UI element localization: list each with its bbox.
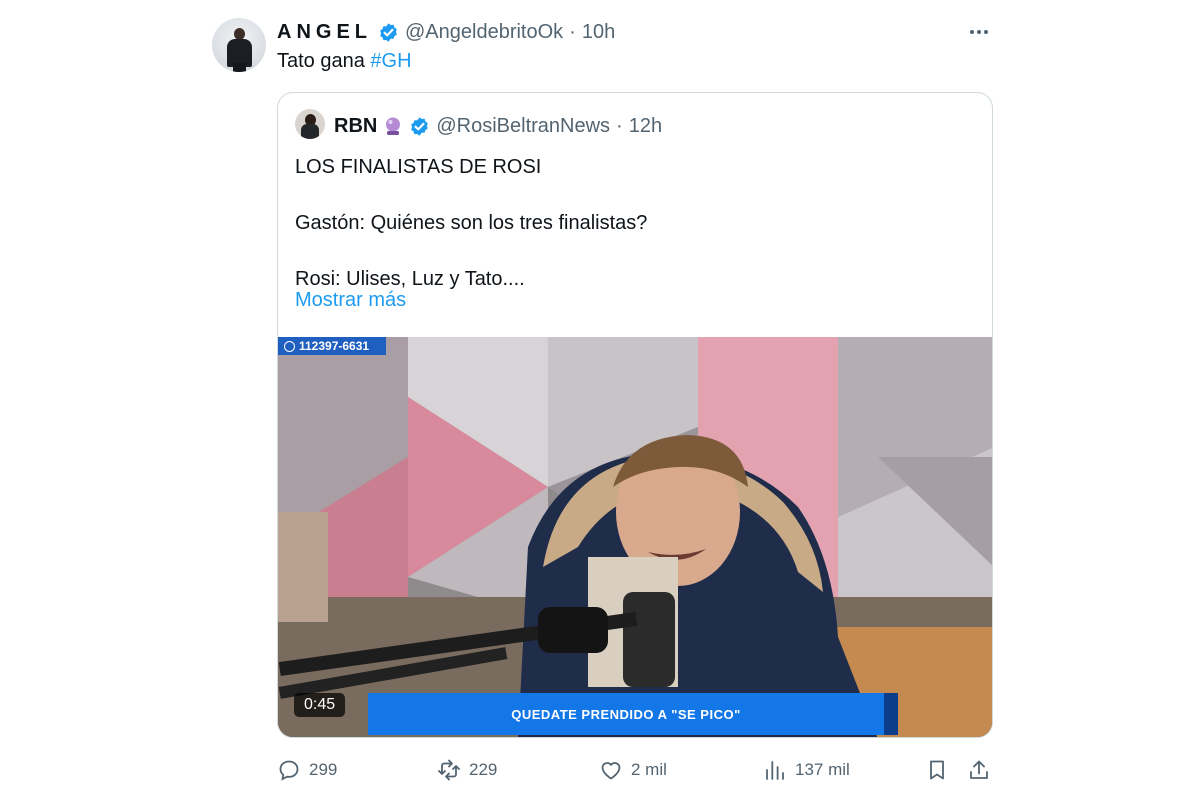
show-more-link[interactable]: Mostrar más (295, 289, 406, 312)
views-button[interactable]: 137 mil (763, 754, 850, 786)
reply-icon (279, 760, 299, 781)
video-duration: 0:45 (294, 693, 346, 717)
quote-author-avatar[interactable] (295, 109, 325, 139)
video-frame (278, 337, 992, 737)
retweet-button[interactable]: 229 (437, 754, 497, 786)
quote-header: RBN @RosiBeltranNews · 12h (334, 114, 662, 138)
tweet-card: ANGEL @AngeldebritoOk · 10h Tato gana #G… (0, 0, 1200, 800)
header-separator: · (569, 20, 576, 43)
heart-icon (601, 762, 621, 780)
video-banner-edge (884, 693, 898, 735)
author-name[interactable]: ANGEL (277, 21, 372, 44)
views-count: 137 mil (795, 760, 850, 779)
author-avatar[interactable] (212, 18, 266, 72)
quote-avatar-body (301, 124, 319, 139)
bookmark-icon (930, 760, 944, 780)
video-player[interactable]: 112397-6631 0:45 QUEDATE PRENDIDO A "SE … (278, 337, 992, 737)
retweet-icon (438, 759, 460, 781)
like-button[interactable]: 2 mil (599, 754, 667, 786)
quote-header-separator: · (616, 114, 623, 137)
like-count: 2 mil (631, 760, 667, 779)
quoted-tweet[interactable]: RBN @RosiBeltranNews · 12h LOS FINALISTA… (277, 92, 993, 738)
bookmark-button[interactable] (925, 754, 949, 786)
phone-number: 112397-6631 (299, 339, 370, 353)
retweet-count: 229 (469, 760, 498, 779)
quote-author-name[interactable]: RBN (334, 115, 377, 138)
more-dot (977, 30, 981, 34)
views-chart-icon (766, 761, 784, 780)
tweet-text-body: Tato gana (277, 50, 371, 72)
share-icon (970, 760, 988, 779)
quote-text: LOS FINALISTAS DE ROSI Gastón: Quiénes s… (295, 156, 648, 290)
tweet-text: Tato gana #GH (277, 50, 412, 73)
verified-badge-icon (380, 22, 397, 42)
quote-author-handle[interactable]: @RosiBeltranNews (436, 115, 610, 138)
more-dot (984, 30, 988, 34)
tweet-header: ANGEL @AngeldebritoOk · 10h (277, 20, 615, 44)
video-banner: QUEDATE PRENDIDO A "SE PICO" (368, 693, 884, 735)
quote-time[interactable]: 12h (629, 115, 662, 138)
avatar-legs (233, 63, 246, 72)
phone-badge: 112397-6631 (278, 337, 386, 355)
reply-button[interactable]: 299 (277, 754, 337, 786)
hashtag-link[interactable]: #GH (370, 50, 411, 72)
more-dot (970, 30, 974, 34)
author-handle[interactable]: @AngeldebritoOk (405, 21, 563, 44)
crystal-ball-icon (386, 117, 401, 135)
whatsapp-icon (284, 340, 295, 352)
tweet-time[interactable]: 10h (582, 21, 615, 44)
share-button[interactable] (967, 754, 991, 786)
quote-verified-badge-icon (411, 116, 429, 136)
reply-count: 299 (309, 760, 338, 779)
action-bar: 299 229 2 mil 137 mil (277, 754, 993, 786)
more-horizontal-icon[interactable] (966, 20, 992, 44)
